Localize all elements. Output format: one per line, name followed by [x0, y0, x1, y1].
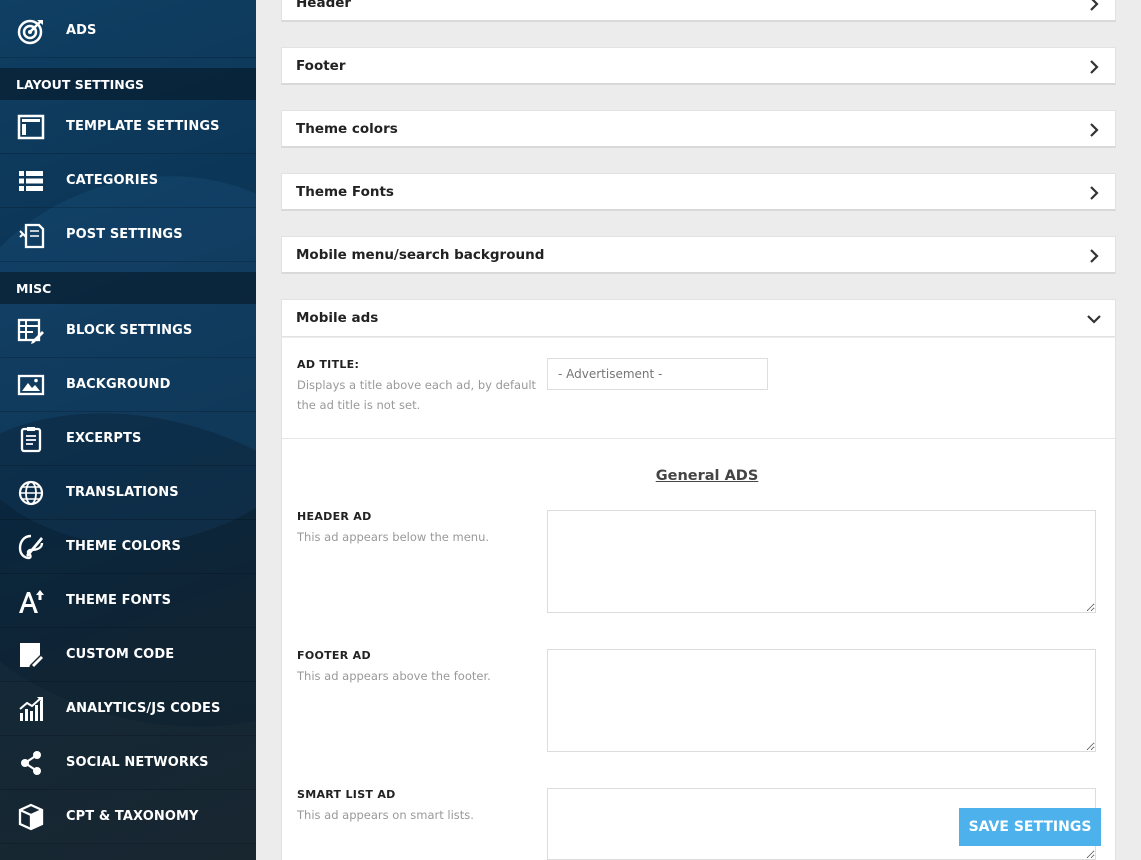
sidebar-item-translations[interactable]: TRANSLATIONS	[0, 466, 256, 520]
sidebar-item-label: SOCIAL NETWORKS	[66, 755, 209, 770]
sidebar-item-post-settings[interactable]: POST SETTINGS	[0, 208, 256, 262]
sidebar-item-label: CATEGORIES	[66, 173, 159, 188]
ad-title-description: Displays a title above each ad, by defau…	[297, 378, 537, 412]
smart-list-ad-label: SMART LIST AD	[297, 788, 396, 801]
sidebar-item-analytics[interactable]: ANALYTICS/JS CODES	[0, 682, 256, 736]
footer-ad-label: FOOTER AD	[297, 649, 371, 662]
sidebar-item-social-networks[interactable]: SOCIAL NETWORKS	[0, 736, 256, 790]
panel-title: Mobile menu/search background	[296, 246, 545, 263]
footer-ad-textarea[interactable]	[547, 649, 1096, 752]
sidebar-item-excerpts[interactable]: EXCERPTS	[0, 412, 256, 466]
chevron-right-icon	[1087, 248, 1101, 263]
sidebar-item-label: ADS	[66, 23, 97, 38]
panel-title: Mobile ads	[296, 310, 379, 326]
box-icon	[17, 803, 45, 831]
panel-theme-fonts[interactable]: Theme Fonts	[281, 173, 1116, 211]
sidebar-item-custom-code[interactable]: CUSTOM CODE	[0, 628, 256, 682]
save-settings-button[interactable]: SAVE SETTINGS	[959, 808, 1101, 846]
sidebar-item-cpt-taxonomy[interactable]: CPT & TAXONOMY	[0, 790, 256, 844]
sidebar-item-template-settings[interactable]: TEMPLATE SETTINGS	[0, 100, 256, 154]
sidebar: ADS LAYOUT SETTINGS TEMPLATE SETTINGS CA…	[0, 0, 256, 860]
panel-mobile-ads[interactable]: Mobile ads	[281, 299, 1116, 337]
sidebar-item-ads[interactable]: ADS	[0, 4, 256, 58]
section-misc: MISC	[0, 272, 256, 304]
header-ad-textarea[interactable]	[547, 510, 1096, 613]
template-icon	[17, 113, 45, 141]
sidebar-item-label: TEMPLATE SETTINGS	[66, 119, 220, 134]
brush-icon	[17, 533, 45, 561]
sidebar-item-categories[interactable]: CATEGORIES	[0, 154, 256, 208]
general-ads-heading: General ADS	[655, 468, 759, 484]
panel-title: Footer	[296, 57, 346, 74]
sidebar-item-label: BLOCK SETTINGS	[66, 323, 193, 338]
header-ad-label: HEADER AD	[297, 510, 372, 523]
chevron-right-icon	[1087, 0, 1101, 11]
panel-footer[interactable]: Footer	[281, 47, 1116, 85]
share-icon	[17, 749, 45, 777]
code-edit-icon	[17, 641, 45, 669]
chevron-down-icon	[1087, 311, 1101, 325]
panel-title: Theme Fonts	[296, 183, 394, 200]
panel-title: Header	[296, 0, 352, 11]
panel-theme-colors[interactable]: Theme colors	[281, 110, 1116, 148]
panel-mobile-menu-background[interactable]: Mobile menu/search background	[281, 236, 1116, 274]
analytics-icon	[17, 695, 45, 723]
sidebar-item-theme-colors[interactable]: THEME COLORS	[0, 520, 256, 574]
ad-title-label: AD TITLE:	[297, 358, 360, 371]
sidebar-item-label: ANALYTICS/JS CODES	[66, 701, 221, 716]
sidebar-item-label: BACKGROUND	[66, 377, 171, 392]
post-icon	[17, 221, 45, 249]
globe-icon	[17, 479, 45, 507]
sidebar-item-label: THEME FONTS	[66, 593, 172, 608]
footer-ad-description: This ad appears above the footer.	[297, 669, 491, 683]
chevron-right-icon	[1087, 122, 1101, 137]
sidebar-item-label: POST SETTINGS	[66, 227, 183, 242]
smart-list-ad-description: This ad appears on smart lists.	[297, 808, 474, 822]
sidebar-item-theme-fonts[interactable]: THEME FONTS	[0, 574, 256, 628]
sidebar-item-label: CPT & TAXONOMY	[66, 809, 199, 824]
image-icon	[17, 371, 45, 399]
sidebar-item-label: EXCERPTS	[66, 431, 142, 446]
panel-header[interactable]: Header	[281, 0, 1116, 22]
divider	[282, 438, 1115, 439]
sidebar-item-background[interactable]: BACKGROUND	[0, 358, 256, 412]
font-icon	[17, 587, 45, 615]
mobile-ads-content: AD TITLE: Displays a title above each ad…	[281, 338, 1116, 860]
panel-title: Theme colors	[296, 120, 398, 137]
sidebar-item-label: THEME COLORS	[66, 539, 182, 554]
header-ad-description: This ad appears below the menu.	[297, 530, 490, 544]
chevron-right-icon	[1087, 185, 1101, 200]
list-icon	[17, 167, 45, 195]
sidebar-item-label: TRANSLATIONS	[66, 485, 179, 500]
sidebar-item-block-settings[interactable]: BLOCK SETTINGS	[0, 304, 256, 358]
sidebar-item-label: CUSTOM CODE	[66, 647, 175, 662]
clipboard-icon	[17, 425, 45, 453]
block-icon	[17, 317, 45, 345]
target-icon	[17, 17, 45, 45]
chevron-right-icon	[1087, 59, 1101, 74]
section-layout-settings: LAYOUT SETTINGS	[0, 68, 256, 100]
ad-title-input[interactable]	[547, 358, 768, 390]
